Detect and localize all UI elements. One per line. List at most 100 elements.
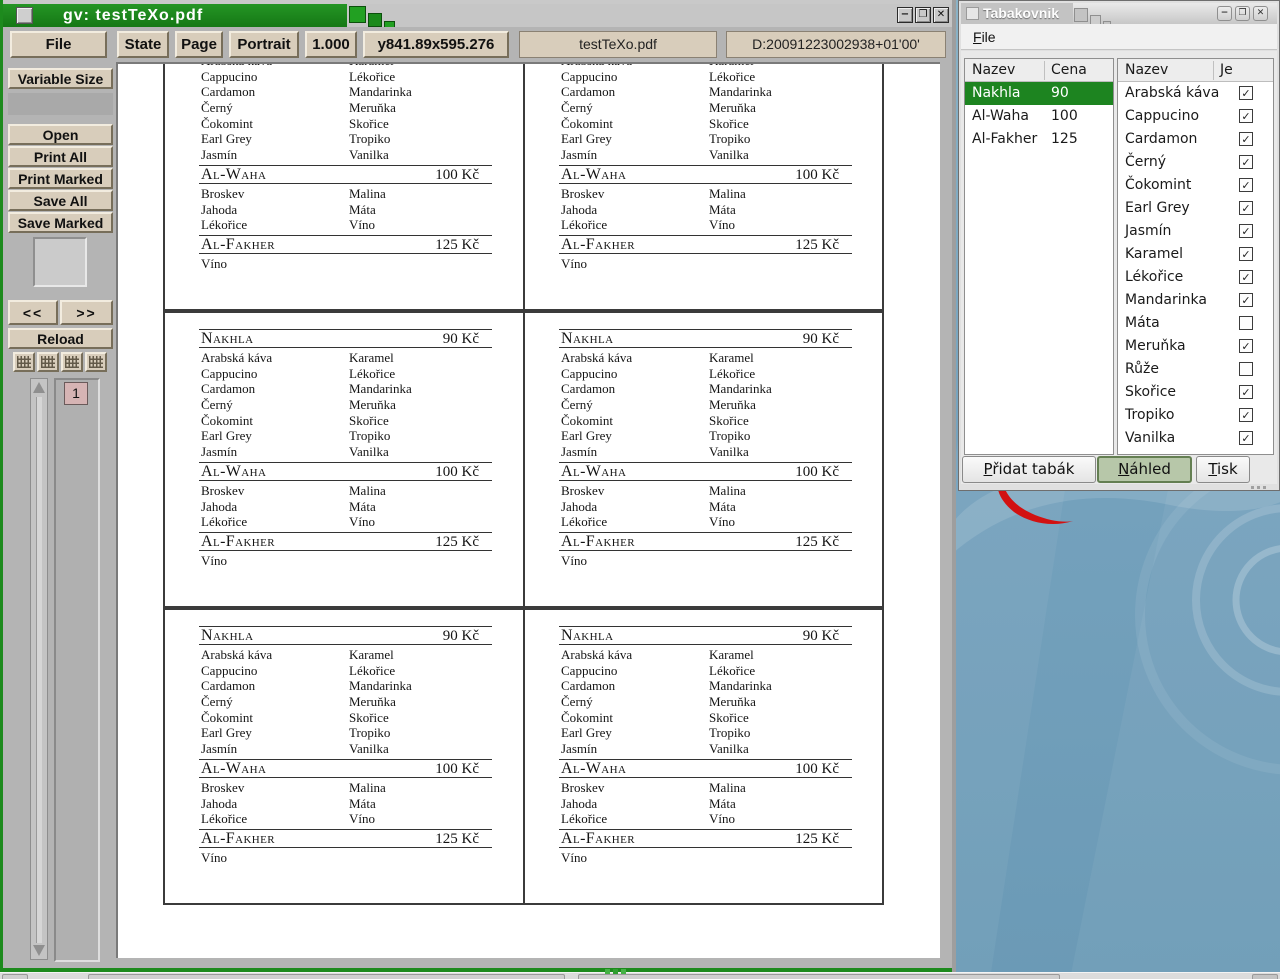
close-icon[interactable]: ✕: [1253, 6, 1268, 21]
flavor-checkbox[interactable]: ✓: [1239, 385, 1253, 399]
flavor-list-row[interactable]: Cardamon✓: [1118, 128, 1273, 151]
scale-button[interactable]: 1.000: [305, 31, 357, 58]
flavor-row: Earl GreyTropiko: [559, 131, 882, 147]
flavor-row: Arabská kávaKaramel: [199, 350, 523, 366]
flavor-grid: BroskevMalinaJahodaMátaLékořiceVíno: [199, 186, 523, 233]
state-menu-button[interactable]: State: [117, 31, 169, 58]
column-header-nazev[interactable]: Nazev: [965, 59, 1015, 81]
flavor-name: Arabská káva: [561, 647, 632, 663]
resize-grip[interactable]: [1257, 486, 1260, 489]
flavor-list-row[interactable]: Skořice✓: [1118, 381, 1273, 404]
maximize-icon[interactable]: ❐: [915, 7, 931, 23]
flavor-list-row[interactable]: Karamel✓: [1118, 243, 1273, 266]
resize-grip[interactable]: [1263, 486, 1266, 489]
close-icon[interactable]: ✕: [933, 7, 949, 23]
flavor-checkbox[interactable]: ✓: [1239, 178, 1253, 192]
column-header-je[interactable]: Je: [1213, 59, 1233, 81]
tabakovnik-titlebar[interactable]: Tabakovnik − ❐ ✕: [961, 3, 1277, 24]
taskbar[interactable]: [0, 972, 1280, 979]
taskbar-button[interactable]: [88, 974, 565, 979]
flavor-checkbox[interactable]: ✓: [1239, 247, 1253, 261]
flavor-name: Cappucino: [201, 366, 257, 382]
mark-pages-icon-button[interactable]: [13, 352, 35, 372]
save-all-button[interactable]: Save All: [8, 190, 113, 211]
flavor-list-row[interactable]: Růže: [1118, 358, 1273, 381]
print-all-button[interactable]: Print All: [8, 146, 113, 167]
flavor-list-row[interactable]: Arabská káva✓: [1118, 82, 1273, 105]
flavor-list-header[interactable]: Nazev Je: [1118, 59, 1273, 82]
tobacco-list-header[interactable]: Nazev Cena: [965, 59, 1113, 82]
mark-pages-icon-button[interactable]: [37, 352, 59, 372]
flavor-name: Cappucino: [561, 663, 617, 679]
flavor-checkbox[interactable]: ✓: [1239, 408, 1253, 422]
flavor-checkbox[interactable]: ✓: [1239, 109, 1253, 123]
media-size-button[interactable]: y841.89x595.276: [363, 31, 509, 58]
variable-size-button[interactable]: Variable Size: [8, 68, 113, 89]
taskbar-button[interactable]: [2, 974, 28, 979]
gv-titlebar-active-area[interactable]: gv: testTeXo.pdf: [3, 4, 347, 27]
flavor-checkbox[interactable]: ✓: [1239, 270, 1253, 284]
file-menu[interactable]: File: [973, 27, 996, 47]
flavor-checkbox[interactable]: [1239, 316, 1253, 330]
page-list-scrollbar[interactable]: [30, 378, 48, 960]
print-marked-button[interactable]: Print Marked: [8, 168, 113, 189]
tobacco-row[interactable]: Al-Waha100: [965, 105, 1113, 128]
next-page-button[interactable]: >>: [60, 300, 113, 325]
print-button[interactable]: Tisk: [1196, 456, 1250, 483]
scrollbar-track[interactable]: [36, 397, 42, 943]
column-header-cena[interactable]: Cena: [1044, 59, 1087, 81]
scroll-up-icon[interactable]: [33, 382, 45, 393]
minimize-icon[interactable]: −: [897, 7, 913, 23]
reload-button[interactable]: Reload: [8, 328, 113, 349]
orientation-button[interactable]: Portrait: [229, 31, 299, 58]
window-menu-icon[interactable]: [16, 7, 33, 24]
tobacco-row[interactable]: Al-Fakher125: [965, 128, 1113, 151]
tobacco-name: Al-Fakher: [559, 236, 635, 253]
flavor-checkbox[interactable]: ✓: [1239, 155, 1253, 169]
flavor-list-row[interactable]: Earl Grey✓: [1118, 197, 1273, 220]
gv-titlebar[interactable]: gv: testTeXo.pdf − ❐ ✕: [3, 4, 952, 27]
flavor-list-row[interactable]: Vanilka✓: [1118, 427, 1273, 450]
flavor-list-row[interactable]: Černý✓: [1118, 151, 1273, 174]
flavor-checkbox[interactable]: ✓: [1239, 201, 1253, 215]
mark-pages-icon-button[interactable]: [85, 352, 107, 372]
taskbar-tray[interactable]: [1252, 974, 1278, 979]
open-button[interactable]: Open: [8, 124, 113, 145]
flavor-checkbox[interactable]: [1239, 362, 1253, 376]
tobacco-row[interactable]: Nakhla90: [965, 82, 1113, 105]
window-menu-icon[interactable]: [966, 7, 979, 20]
flavor-list-row[interactable]: Lékořice✓: [1118, 266, 1273, 289]
mark-pages-icon-button[interactable]: [61, 352, 83, 372]
flavor-list-row[interactable]: Mandarinka✓: [1118, 289, 1273, 312]
minimize-icon[interactable]: −: [1217, 6, 1232, 21]
flavor-list-row[interactable]: Čokomint✓: [1118, 174, 1273, 197]
column-header-nazev[interactable]: Nazev: [1118, 59, 1168, 81]
flavor-checkbox[interactable]: ✓: [1239, 132, 1253, 146]
resize-grip[interactable]: [1251, 486, 1254, 489]
flavor-list-row[interactable]: Meruňka✓: [1118, 335, 1273, 358]
flavor-list-row[interactable]: Cappucino✓: [1118, 105, 1273, 128]
flavor-list-row[interactable]: Máta: [1118, 312, 1273, 335]
gv-frame-grip: [613, 969, 618, 974]
tobacco-name-cell: Al-Waha: [965, 105, 1044, 128]
scroll-down-icon[interactable]: [33, 945, 45, 956]
flavor-checkbox[interactable]: ✓: [1239, 224, 1253, 238]
flavor-checkbox[interactable]: ✓: [1239, 339, 1253, 353]
flavor-name: Vanilka: [349, 741, 389, 757]
file-menu-button[interactable]: File: [10, 31, 107, 58]
flavor-list-row[interactable]: Tropiko✓: [1118, 404, 1273, 427]
flavor-list-row[interactable]: Jasmín✓: [1118, 220, 1273, 243]
maximize-icon[interactable]: ❐: [1235, 6, 1250, 21]
previous-page-button[interactable]: <<: [8, 300, 58, 325]
pdf-viewport[interactable]: Nakhla90 KčArabská kávaKaramelCappucinoL…: [116, 62, 940, 958]
flavor-checkbox[interactable]: ✓: [1239, 293, 1253, 307]
preview-button[interactable]: Náhled: [1097, 456, 1192, 483]
page-list-item-1[interactable]: 1: [64, 382, 88, 405]
flavor-checkbox[interactable]: ✓: [1239, 86, 1253, 100]
flavor-row: BroskevMalina: [559, 186, 882, 202]
taskbar-button[interactable]: [578, 974, 1060, 979]
save-marked-button[interactable]: Save Marked: [8, 212, 113, 233]
flavor-checkbox[interactable]: ✓: [1239, 431, 1253, 445]
add-tobacco-button[interactable]: Přidat tabák: [962, 456, 1096, 483]
page-menu-button[interactable]: Page: [175, 31, 223, 58]
